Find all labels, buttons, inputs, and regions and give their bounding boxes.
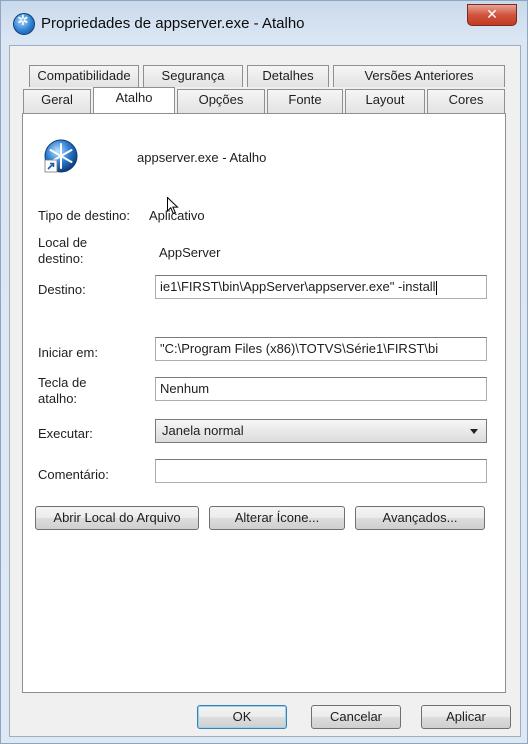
text-caret [435, 280, 437, 295]
tab-geral[interactable]: Geral [23, 89, 91, 113]
local-destino-label-line1: Local de [38, 235, 88, 250]
comentario-label: Comentário: [38, 467, 109, 482]
tab-seguranca[interactable]: Segurança [143, 65, 243, 87]
tab-fonte[interactable]: Fonte [267, 89, 343, 113]
mouse-pointer-icon [167, 197, 179, 215]
tab-opcoes[interactable]: Opções [177, 89, 265, 113]
shortcut-name: appserver.exe - Atalho [137, 150, 267, 165]
window-title: Propriedades de appserver.exe - Atalho [41, 15, 305, 32]
iniciar-em-label: Iniciar em: [38, 345, 98, 360]
iniciar-em-field[interactable]: "C:\Program Files (x86)\TOTVS\Série1\FIR… [155, 337, 487, 361]
title-bar[interactable]: Propriedades de appserver.exe - Atalho ✕ [1, 1, 527, 45]
appserver-snowflake-icon [44, 139, 78, 173]
chevron-down-icon[interactable] [470, 429, 478, 434]
cancelar-button[interactable]: Cancelar [311, 705, 401, 729]
destino-field[interactable]: ie1\FIRST\bin\AppServer\appserver.exe" -… [155, 275, 487, 299]
abrir-local-button[interactable]: Abrir Local do Arquivo [35, 506, 199, 530]
tab-detalhes[interactable]: Detalhes [247, 65, 329, 87]
tab-cores[interactable]: Cores [427, 89, 505, 113]
close-button[interactable]: ✕ [467, 4, 517, 26]
alterar-icone-button[interactable]: Alterar Ícone... [209, 506, 345, 530]
tab-versoes-anteriores[interactable]: Versões Anteriores [333, 65, 505, 87]
tecla-atalho-label-line2: atalho: [38, 391, 78, 406]
separator-top [38, 187, 486, 188]
executar-label: Executar: [38, 426, 93, 441]
avancados-button[interactable]: Avançados... [355, 506, 485, 530]
comentario-field[interactable] [155, 459, 487, 483]
local-destino-label-line2: destino: [38, 251, 84, 266]
tecla-atalho-label-line1: Tecla de [38, 375, 87, 390]
tab-atalho[interactable]: Atalho [93, 87, 175, 113]
local-destino-value: AppServer [159, 245, 221, 260]
tipo-destino-label: Tipo de destino: [38, 208, 131, 223]
executar-value: Janela normal [162, 423, 244, 438]
executar-select[interactable]: Janela normal [155, 419, 487, 443]
atalho-panel [22, 113, 506, 693]
window-app-icon [13, 13, 35, 35]
aplicar-button[interactable]: Aplicar [421, 705, 511, 729]
ok-button[interactable]: OK [197, 705, 287, 729]
tecla-atalho-field[interactable]: Nenhum [155, 377, 487, 401]
tab-layout[interactable]: Layout [345, 89, 425, 113]
destino-label: Destino: [38, 282, 86, 297]
properties-window: Propriedades de appserver.exe - Atalho ✕… [0, 0, 528, 744]
destino-value: ie1\FIRST\bin\AppServer\appserver.exe" -… [160, 279, 436, 294]
tab-compatibilidade[interactable]: Compatibilidade [29, 65, 139, 87]
separator-middle [38, 318, 486, 319]
